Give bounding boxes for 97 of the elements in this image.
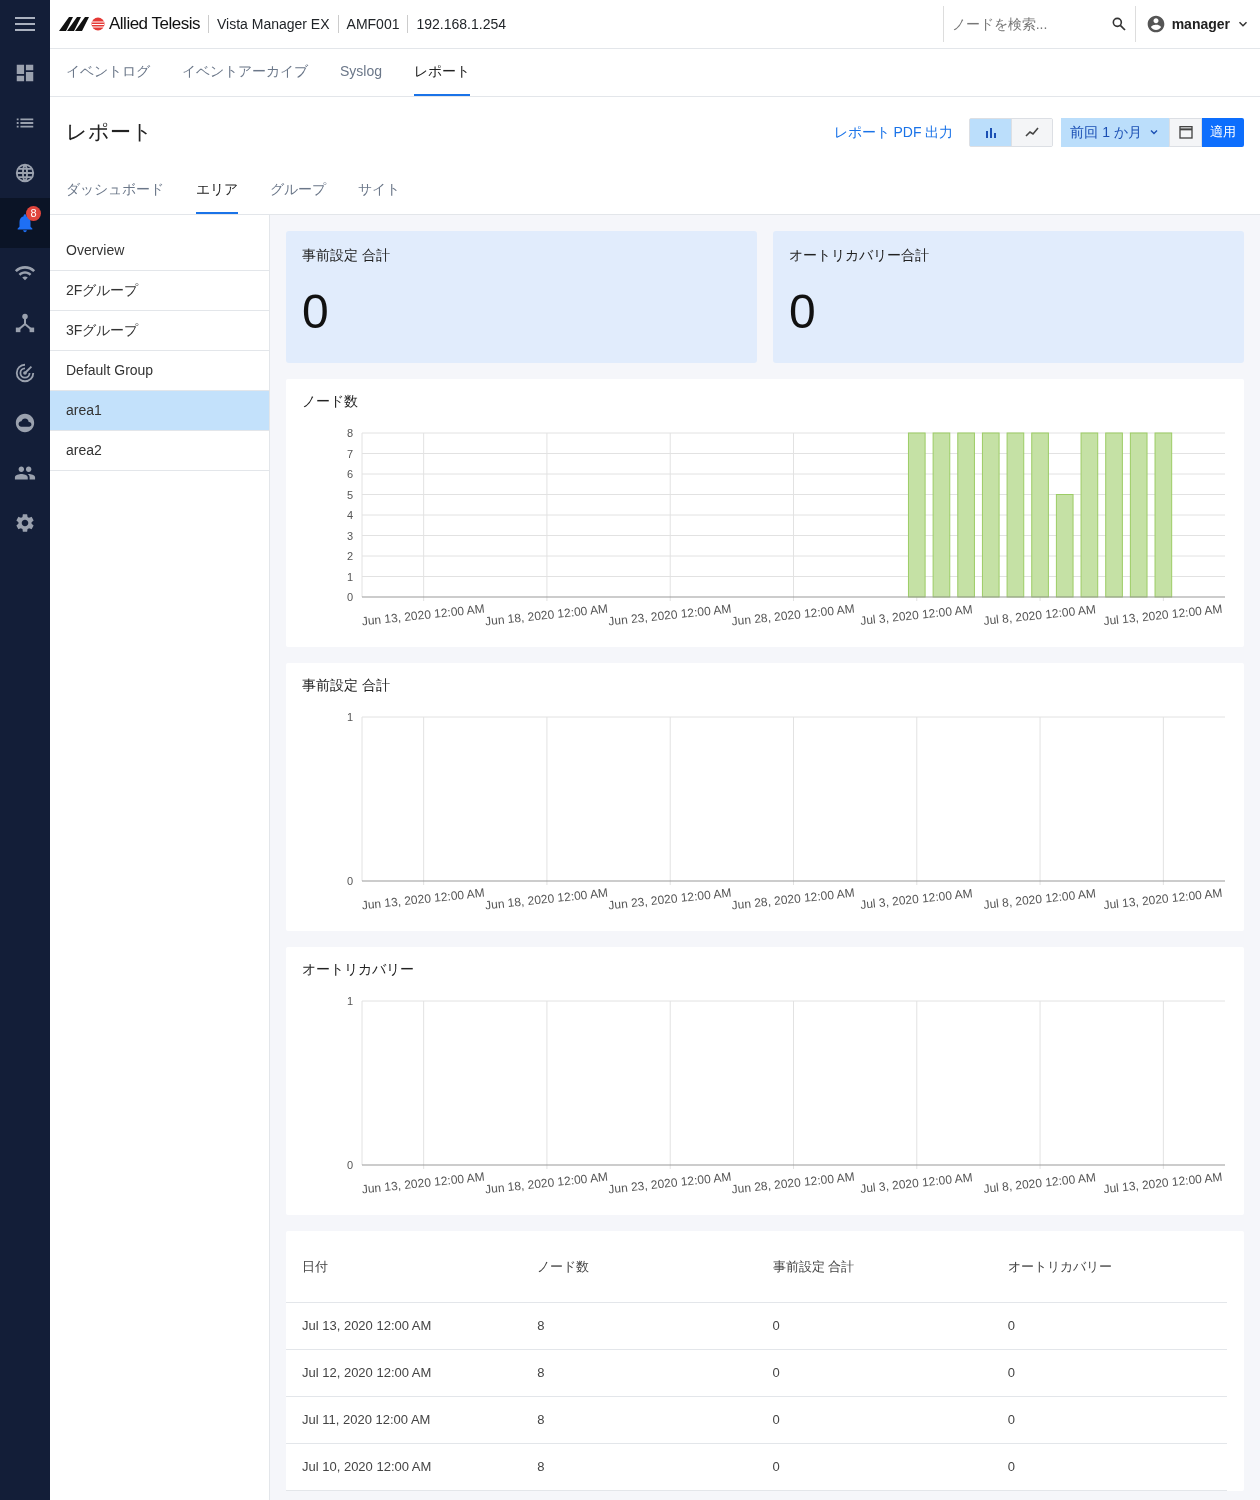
axis-label: 3 <box>346 529 353 542</box>
table-cell-text: Jul 10, 2020 12:00 AM <box>301 1458 433 1477</box>
tab[interactable]: エリア <box>196 167 238 214</box>
calendar-icon <box>1177 124 1194 140</box>
table-cell-text: 0 <box>771 1458 781 1477</box>
radar-icon <box>14 362 36 384</box>
tab[interactable]: ダッシュボード <box>66 167 164 214</box>
chart-title: ノード数 <box>301 392 359 411</box>
cloud-icon <box>14 412 36 434</box>
search-icon[interactable] <box>1110 16 1127 32</box>
table-cell-text: Jul 11, 2020 12:00 AM <box>301 1411 432 1430</box>
bar-chart-toggle[interactable] <box>970 118 1012 146</box>
table-cell-text: 0 <box>1006 1458 1016 1477</box>
tab[interactable]: グループ <box>270 167 326 214</box>
column-header: ノード数 <box>536 1257 591 1276</box>
axis-label: Jul 3, 2020 12:00 AM <box>859 886 974 912</box>
line-chart-icon <box>1025 127 1040 137</box>
column-header: 日付 <box>301 1257 329 1276</box>
tab[interactable]: Syslog <box>340 49 383 96</box>
axis-label: 1 <box>346 995 353 1007</box>
card-value: 0 <box>302 288 330 336</box>
apply-button[interactable]: 適用 <box>1202 117 1244 147</box>
column-header: オートリカバリー <box>1006 1257 1113 1276</box>
amf-name: AMF001 <box>346 14 400 34</box>
column-header: 事前設定 合計 <box>771 1257 856 1276</box>
tab[interactable]: サイト <box>358 167 400 214</box>
axis-label: Jun 23, 2020 12:00 AM <box>607 1169 732 1197</box>
group-item[interactable]: area1 <box>50 391 269 431</box>
axis-label: Jul 13, 2020 12:00 AM <box>1102 601 1224 629</box>
axis-label: 4 <box>346 509 353 521</box>
axis-label: 1 <box>346 570 353 583</box>
bar-chart-icon <box>984 126 997 138</box>
axis-label: Jun 18, 2020 12:00 AM <box>484 1169 609 1197</box>
notification-badge: 8 <box>26 206 41 221</box>
axis-label: Jun 18, 2020 12:00 AM <box>484 885 609 913</box>
table-cell-text: 8 <box>536 1411 546 1430</box>
search-field[interactable]: ノードを検索... <box>951 13 1111 35</box>
card-title: オートリカバリー合計 <box>789 246 930 265</box>
axis-label: Jul 3, 2020 12:00 AM <box>859 602 974 628</box>
axis-label: Jun 13, 2020 12:00 AM <box>361 601 486 629</box>
axis-label: Jun 28, 2020 12:00 AM <box>730 1169 856 1197</box>
axis-label: 7 <box>346 447 353 460</box>
axis-label: Jun 28, 2020 12:00 AM <box>730 601 856 629</box>
logo-text: Allied Telesis <box>109 13 200 36</box>
ip-address: 192.168.1.254 <box>416 14 506 34</box>
axis-label: Jun 18, 2020 12:00 AM <box>484 601 609 629</box>
axis-label: Jul 8, 2020 12:00 AM <box>982 602 1097 628</box>
axis-label: Jun 23, 2020 12:00 AM <box>607 885 732 913</box>
calendar-button[interactable] <box>1169 117 1202 147</box>
table-cell-text: 0 <box>1006 1317 1016 1336</box>
pdf-export-link[interactable]: レポート PDF 出力 <box>833 121 954 143</box>
tab[interactable]: イベントアーカイブ <box>182 49 308 96</box>
axis-label: 8 <box>346 427 353 439</box>
card-title: 事前設定 合計 <box>302 246 391 265</box>
axis-label: 1 <box>346 711 353 723</box>
table-cell-text: 8 <box>536 1317 546 1336</box>
page-title: レポート <box>66 119 153 146</box>
axis-label: 2 <box>346 550 353 562</box>
topology-icon <box>14 312 36 334</box>
card-value: 0 <box>789 288 817 336</box>
axis-label: 6 <box>346 468 353 480</box>
table-cell-text: 0 <box>771 1411 781 1430</box>
axis-label: 0 <box>346 875 353 887</box>
axis-label: Jul 8, 2020 12:00 AM <box>982 1170 1097 1196</box>
tab[interactable]: レポート <box>414 49 471 96</box>
table-cell-text: Jul 13, 2020 12:00 AM <box>301 1317 433 1336</box>
axis-label: 0 <box>346 1159 353 1171</box>
chart-title: 事前設定 合計 <box>301 676 391 695</box>
axis-label: Jul 8, 2020 12:00 AM <box>982 886 1097 912</box>
nav-item[interactable]: 8 <box>0 198 50 248</box>
table-cell-text: 0 <box>771 1364 781 1383</box>
logo-icon <box>59 17 107 31</box>
range-dropdown[interactable]: 前回 1 か月 <box>1061 117 1169 147</box>
table-cell-text: 0 <box>771 1317 781 1336</box>
settings-icon <box>14 512 36 534</box>
user-menu[interactable]: manager <box>1135 4 1260 44</box>
line-chart-toggle[interactable] <box>1011 118 1053 146</box>
axis-label: Jul 3, 2020 12:00 AM <box>859 1170 974 1196</box>
table-cell-text: 0 <box>1006 1364 1016 1383</box>
table-cell-text: 8 <box>536 1458 546 1477</box>
table-cell-text: Jul 12, 2020 12:00 AM <box>301 1364 433 1383</box>
axis-label: 0 <box>346 591 353 603</box>
tab[interactable]: イベントログ <box>66 49 150 96</box>
axis-label: 5 <box>346 488 353 501</box>
chart-title: オートリカバリー <box>301 960 415 979</box>
axis-label: Jun 13, 2020 12:00 AM <box>361 1169 486 1197</box>
axis-label: Jul 13, 2020 12:00 AM <box>1102 885 1224 913</box>
axis-label: Jun 23, 2020 12:00 AM <box>607 601 732 629</box>
axis-label: Jun 13, 2020 12:00 AM <box>361 885 486 913</box>
globe-icon <box>14 162 36 184</box>
table-cell-text: 0 <box>1006 1411 1016 1430</box>
account-icon <box>1145 14 1166 34</box>
axis-label: Jun 28, 2020 12:00 AM <box>730 885 856 913</box>
app-name: Vista Manager EX <box>216 14 330 34</box>
axis-label: Jul 13, 2020 12:00 AM <box>1102 1169 1224 1197</box>
table-cell-text: 8 <box>536 1364 546 1383</box>
dashboard-icon <box>14 62 36 84</box>
